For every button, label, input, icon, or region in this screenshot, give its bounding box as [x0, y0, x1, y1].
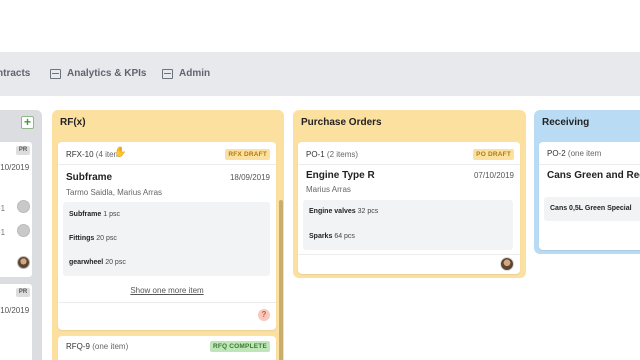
- card-date: /10/2019: [0, 163, 30, 172]
- status-badge: PR: [16, 288, 30, 297]
- avatar: [17, 224, 30, 237]
- nav-label-admin: Admin: [179, 68, 211, 79]
- card-date: 07/10/2019: [473, 171, 514, 180]
- hand-cursor-icon: ✋: [114, 147, 127, 158]
- card-id: RFX-10 (4 item: [66, 150, 120, 159]
- card-title: Cans Green and Red: [547, 170, 640, 181]
- card-title: Engine Type R: [306, 170, 375, 181]
- list-item: gearwheel 20 psc: [69, 259, 126, 266]
- column-header: RF(x): [52, 110, 284, 134]
- main-nav: ntracts Analytics & KPIs Admin: [0, 52, 640, 96]
- column-scrollbar[interactable]: [279, 200, 283, 360]
- item-number: -1: [0, 228, 6, 237]
- po-card[interactable]: PO-1 (2 items) PO DRAFT Engine Type R 07…: [298, 142, 520, 274]
- status-badge: RFX DRAFT: [225, 149, 270, 160]
- item-number: -1: [0, 204, 6, 213]
- status-badge: RFQ COMPLETE: [209, 341, 270, 352]
- item-name: Sparks: [309, 233, 333, 240]
- column-title: Purchase Orders: [301, 116, 382, 128]
- item-name: Subframe: [69, 211, 102, 218]
- column-purchase-orders: Purchase Orders PO-1 (2 items) PO DRAFT …: [293, 110, 526, 278]
- divider: [298, 254, 520, 255]
- item-qty: 32 pcs: [357, 208, 379, 215]
- card-title: Subframe: [66, 172, 113, 183]
- analytics-icon: [50, 68, 61, 79]
- avatar: [500, 257, 514, 271]
- nav-label-analytics: Analytics & KPIs: [67, 68, 147, 79]
- list-item: Fittings 20 psc: [69, 235, 117, 242]
- column-receiving: Receiving PO-2 (one item Cans Green and …: [534, 110, 640, 254]
- nav-item-contracts[interactable]: ntracts: [0, 68, 30, 79]
- card-id: RFQ-9 (one item): [66, 342, 128, 351]
- rfq-card[interactable]: RFQ-9 (one item) RFQ COMPLETE: [58, 336, 276, 360]
- list-item: Sparks 64 pcs: [309, 233, 355, 240]
- admin-icon: [162, 68, 173, 79]
- column-title: RF(x): [60, 116, 86, 128]
- card-date: /10/2019: [0, 306, 30, 315]
- nav-item-analytics[interactable]: Analytics & KPIs: [50, 68, 146, 79]
- receiving-card[interactable]: PO-2 (one item Cans Green and Red Cans 0…: [539, 142, 640, 250]
- divider: [58, 164, 276, 165]
- column-header: +: [0, 110, 42, 134]
- help-icon[interactable]: ?: [258, 309, 270, 321]
- items-list: Subframe 1 psc Fittings 20 psc gearwheel…: [63, 202, 270, 276]
- request-card[interactable]: PR /10/2019: [0, 284, 32, 360]
- divider: [298, 164, 520, 165]
- divider: [539, 164, 640, 165]
- item-name: Cans 0,5L Green Special: [550, 205, 632, 212]
- item-count: (one item: [567, 149, 602, 158]
- card-id: PO-1 (2 items): [306, 150, 358, 159]
- item-count: (one item): [92, 342, 129, 351]
- card-assignees: Tarmo Saidla, Marius Arras: [66, 188, 163, 197]
- list-item: Cans 0,5L Green Special: [550, 205, 632, 212]
- list-item: Engine valves 32 pcs: [309, 208, 378, 215]
- item-name: Engine valves: [309, 208, 356, 215]
- card-id: PO-2 (one item: [547, 149, 601, 158]
- list-item: Subframe 1 psc: [69, 211, 120, 218]
- column-requests: + PR /10/2019 -1 -1 PR /10/2019: [0, 110, 42, 360]
- card-id-text: PO-1: [306, 150, 325, 159]
- item-count: (2 items): [326, 150, 359, 159]
- status-badge: PR: [16, 146, 30, 155]
- item-name: gearwheel: [69, 259, 104, 266]
- top-bar: [0, 0, 640, 52]
- card-id-text: RFX-10: [66, 150, 94, 159]
- nav-item-admin[interactable]: Admin: [162, 68, 210, 79]
- card-id-text: PO-2: [547, 149, 566, 158]
- items-list: Engine valves 32 pcs Sparks 64 pcs: [303, 200, 513, 250]
- item-qty: 20 psc: [96, 235, 117, 242]
- add-card-button[interactable]: +: [21, 115, 34, 129]
- request-card[interactable]: PR /10/2019 -1 -1: [0, 142, 32, 277]
- rfx-card[interactable]: RFX-10 (4 item RFX DRAFT Subframe 18/09/…: [58, 142, 276, 330]
- item-qty: 20 psc: [105, 259, 126, 266]
- item-qty: 64 pcs: [334, 233, 355, 240]
- card-date: 18/09/2019: [229, 173, 270, 182]
- show-more-link[interactable]: Show one more item: [58, 286, 276, 295]
- status-badge: PO DRAFT: [473, 149, 514, 160]
- items-list: Cans 0,5L Green Special: [544, 197, 640, 221]
- column-header: Purchase Orders: [293, 110, 526, 134]
- column-title: Receiving: [542, 116, 590, 128]
- column-header: Receiving: [534, 110, 640, 134]
- divider: [58, 302, 276, 303]
- kanban-board: + PR /10/2019 -1 -1 PR /10/2019 RF(x) RF…: [0, 96, 640, 360]
- avatar: [17, 200, 30, 213]
- card-id-text: RFQ-9: [66, 342, 90, 351]
- column-rfx: RF(x) RFX-10 (4 item RFX DRAFT Subframe …: [52, 110, 284, 360]
- item-qty: 1 psc: [103, 211, 120, 218]
- item-name: Fittings: [69, 235, 95, 242]
- card-assignees: Marius Arras: [306, 185, 351, 194]
- avatar: [17, 256, 30, 269]
- nav-label-contracts: ntracts: [0, 68, 31, 79]
